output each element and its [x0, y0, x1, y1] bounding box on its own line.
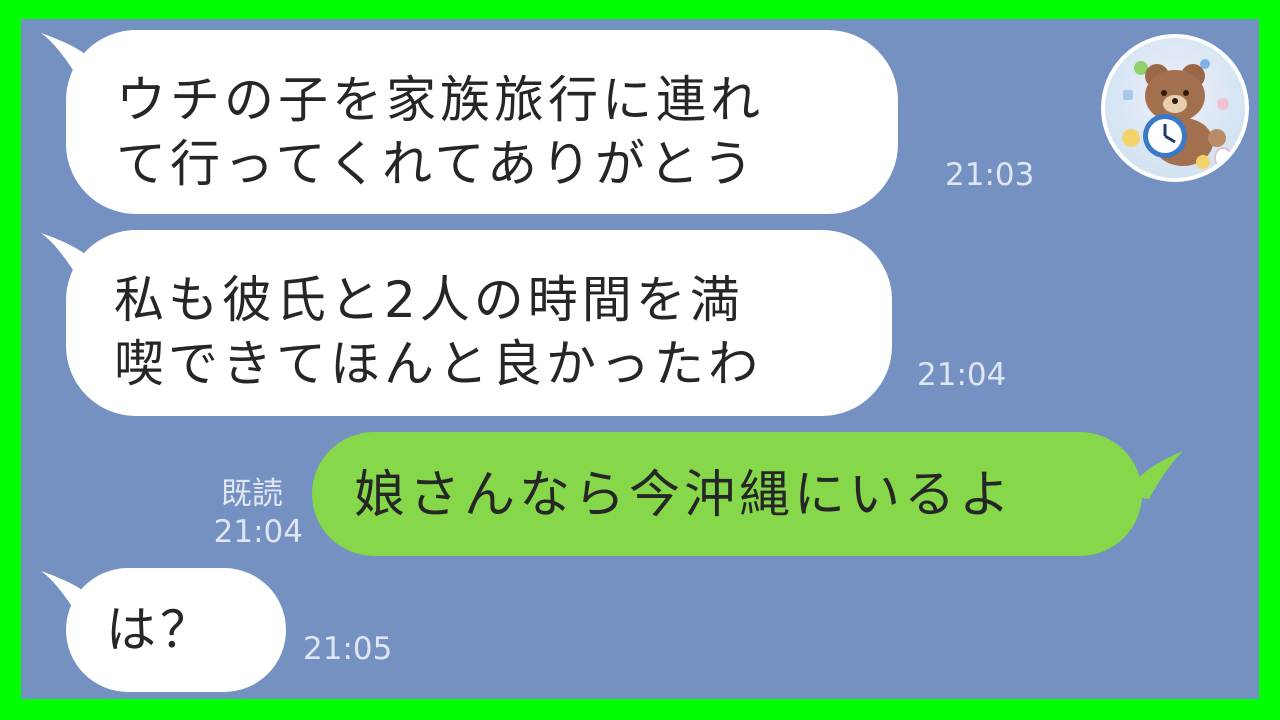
message-bubble[interactable]: は？	[66, 568, 286, 692]
message-time: 21:04	[213, 514, 303, 550]
bear-clock-avatar-icon[interactable]	[1101, 34, 1249, 182]
message-time: 21:04	[917, 357, 1007, 393]
read-receipt-label: 既読	[221, 476, 283, 512]
message-bubble[interactable]: ウチの子を家族旅行に連れ て行ってくれてありがとう	[66, 30, 898, 214]
message-time: 21:05	[303, 631, 393, 667]
chat-area[interactable]: ウチの子を家族旅行に連れ て行ってくれてありがとう 21:03 私も彼氏と2人の…	[21, 19, 1259, 699]
green-frame: ウチの子を家族旅行に連れ て行ってくれてありがとう 21:03 私も彼氏と2人の…	[0, 0, 1280, 720]
avatar-illustration	[1122, 59, 1232, 169]
message-bubble[interactable]: 娘さんなら今沖縄にいるよ	[312, 432, 1142, 556]
message-bubble[interactable]: 私も彼氏と2人の時間を満 喫できてほんと良かったわ	[66, 230, 892, 416]
message-time: 21:03	[945, 157, 1035, 193]
